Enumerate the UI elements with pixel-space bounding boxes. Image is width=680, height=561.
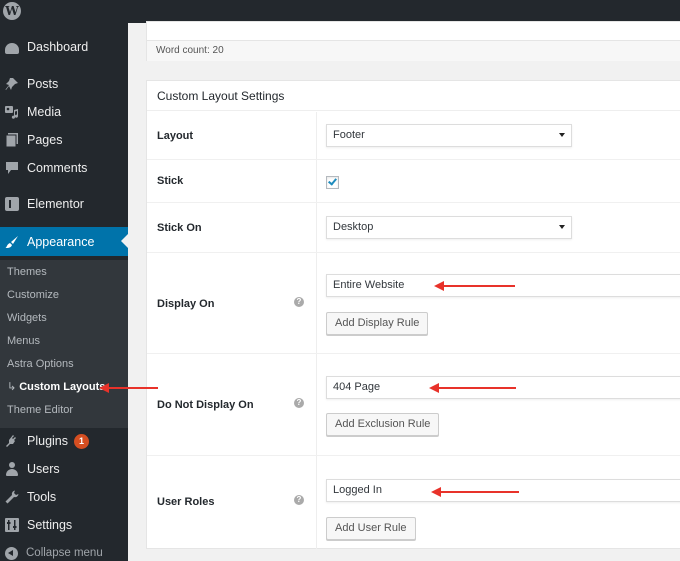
word-count: Word count: 20 [147, 40, 680, 61]
sidebar-item-users[interactable]: Users [0, 455, 128, 483]
stick-label: Stick [157, 175, 184, 187]
elementor-icon [5, 197, 19, 211]
submenu-item-custom-layouts[interactable]: ↳ Custom Layouts [7, 378, 105, 396]
user-icon [5, 462, 19, 476]
pages-icon [5, 133, 19, 148]
annotation-arrow [429, 383, 516, 393]
row-stick: Stick [147, 160, 680, 203]
row-display-on: Display On ? Entire Website Add Display … [147, 253, 680, 354]
annotation-arrow [434, 281, 515, 291]
user-roles-label: User Roles [157, 496, 215, 508]
metabox-title: Custom Layout Settings [147, 81, 680, 111]
sidebar-item-settings[interactable]: Settings [0, 511, 128, 539]
media-icon [5, 105, 19, 119]
sidebar-item-label: Users [27, 462, 60, 476]
plugin-icon [5, 434, 19, 448]
stick-on-label: Stick On [157, 222, 202, 234]
stick-checkbox[interactable] [326, 176, 339, 189]
wrench-icon [5, 490, 19, 504]
submenu-item-astra-options[interactable]: Astra Options [7, 355, 74, 373]
submenu-item-menus[interactable]: Menus [7, 332, 40, 350]
collapse-menu-button[interactable]: Collapse menu [0, 539, 128, 561]
help-icon[interactable]: ? [294, 297, 304, 307]
sidebar-item-label: Elementor [27, 197, 84, 211]
paintbrush-icon [5, 235, 19, 249]
sidebar-item-dashboard[interactable]: Dashboard [0, 33, 128, 61]
update-count-badge: 1 [74, 433, 89, 449]
sidebar-item-label: Pages [27, 133, 63, 147]
settings-icon [5, 518, 19, 532]
custom-layout-settings-metabox: Custom Layout Settings Layout Footer Sti… [146, 80, 680, 549]
layout-select-value: Footer [333, 129, 365, 141]
submenu-item-widgets[interactable]: Widgets [7, 309, 47, 327]
sidebar-item-media[interactable]: Media [0, 98, 128, 126]
sidebar-item-label: Tools [27, 490, 57, 504]
active-menu-notch [121, 234, 128, 248]
sub-arrow-icon: ↳ [7, 381, 17, 393]
do-not-display-on-label: Do Not Display On [157, 399, 254, 411]
main-content: Word count: 20 Custom Layout Settings La… [128, 21, 680, 561]
stick-on-select-value: Desktop [333, 221, 374, 233]
row-user-roles: User Roles ? Logged In Add User Rule [147, 456, 680, 549]
add-exclusion-rule-button[interactable]: Add Exclusion Rule [326, 413, 440, 436]
sidebar-item-label: Settings [27, 518, 73, 532]
sidebar-item-label: Media [27, 105, 62, 119]
sidebar-item-label: Appearance [27, 234, 95, 249]
sidebar-item-elementor[interactable]: Elementor [0, 190, 128, 218]
comment-icon [5, 161, 19, 175]
annotation-arrow [99, 383, 158, 393]
submenu-item-theme-editor[interactable]: Theme Editor [7, 401, 73, 419]
appearance-submenu: Themes Customize Widgets Menus Astra Opt… [0, 260, 128, 428]
submenu-item-label: Custom Layouts [19, 381, 106, 393]
sidebar-item-posts[interactable]: Posts [0, 70, 128, 98]
submenu-item-customize[interactable]: Customize [7, 286, 59, 304]
editor-box: Word count: 20 [146, 21, 680, 61]
sidebar-item-label: Dashboard [27, 40, 89, 54]
annotation-arrow [431, 487, 519, 497]
chevron-down-icon [559, 133, 565, 137]
sidebar-item-tools[interactable]: Tools [0, 483, 128, 511]
sidebar-item-appearance[interactable]: Appearance [0, 227, 128, 256]
chevron-down-icon [559, 225, 565, 229]
collapse-menu-label: Collapse menu [26, 547, 103, 559]
stick-on-select[interactable]: Desktop [326, 216, 572, 239]
sidebar-item-comments[interactable]: Comments [0, 154, 128, 182]
collapse-icon [5, 546, 18, 560]
layout-label: Layout [157, 130, 194, 142]
sidebar-item-label: Plugins [27, 434, 68, 448]
submenu-item-themes[interactable]: Themes [7, 263, 47, 281]
pin-icon [5, 77, 19, 91]
admin-sidebar: Dashboard Posts Media Pages Comments Ele… [0, 23, 128, 561]
wordpress-logo-icon[interactable]: W [3, 2, 21, 20]
sidebar-item-label: Comments [27, 161, 88, 175]
dashboard-icon [5, 42, 19, 54]
row-do-not-display-on: Do Not Display On ? 404 Page Add Exclusi… [147, 354, 680, 456]
sidebar-item-label: Posts [27, 77, 59, 91]
row-stick-on: Stick On Desktop [147, 203, 680, 253]
add-display-rule-button[interactable]: Add Display Rule [326, 312, 429, 335]
admin-bar: W [0, 0, 680, 23]
help-icon[interactable]: ? [294, 398, 304, 408]
layout-select[interactable]: Footer [326, 124, 572, 147]
add-user-rule-button[interactable]: Add User Rule [326, 517, 416, 540]
row-layout: Layout Footer [147, 112, 680, 160]
checkmark-icon [328, 176, 337, 186]
display-on-label: Display On [157, 298, 215, 310]
sidebar-item-plugins[interactable]: Plugins 1 [0, 427, 128, 455]
sidebar-item-pages[interactable]: Pages [0, 126, 128, 154]
help-icon[interactable]: ? [294, 495, 304, 505]
